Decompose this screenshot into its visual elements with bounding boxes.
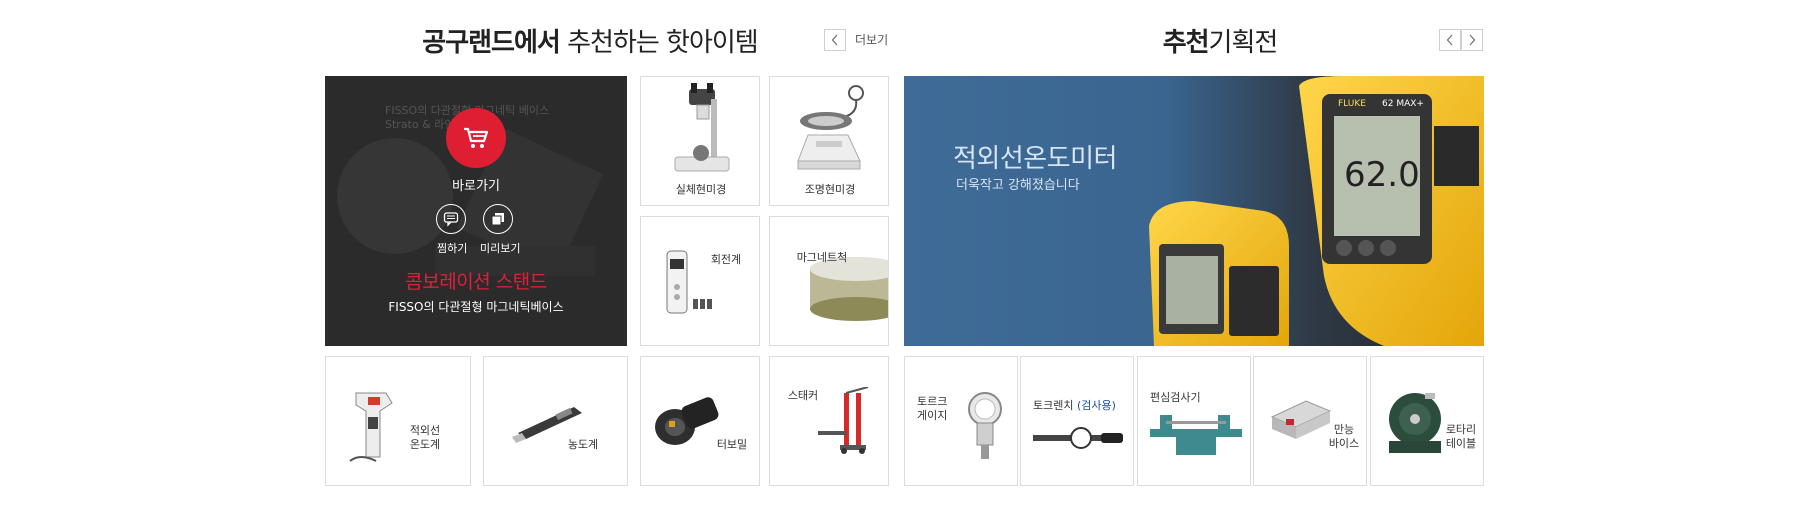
feature-subtitle: FISSO의 다관절형 마그네틱베이스 [388,300,564,314]
hot-items-title-light: 추천하는 핫아이템 [567,28,759,58]
product-label-line2: 바이스 [1328,437,1360,450]
product-label-main: 토크렌치 [1033,399,1074,412]
special-title-bold: 추천 [1162,28,1210,58]
preview-button[interactable] [483,204,513,234]
chevron-left-icon [831,34,838,46]
product-label: 농도계 [567,438,599,451]
rotary-table-icon [1389,393,1441,453]
product-label-line1: 토르크 [917,395,948,408]
chevron-right-icon [1469,34,1476,46]
thermometer-product-image: FLUKE 62 MAX+ 62.0 [1149,76,1484,346]
brand-text: FLUKE [1338,99,1366,109]
wishlist-button[interactable] [436,204,466,234]
product-label-sub: (검사용) [1076,399,1116,412]
product-label-line1: 만능 [1333,423,1355,436]
special-exhibition-banner[interactable]: FLUKE 62 MAX+ 62.0 적외선온도미터 더욱작고 강해졌습니다 [904,76,1484,346]
preview-label: 미리보기 [480,242,521,255]
product-tile-rotary-table[interactable]: 로타리 테이블 [1370,356,1484,486]
feature-title: 콤보레이션 스탠드 [405,271,547,293]
speech-bubble-icon [443,212,459,227]
product-tile-torque-gauge[interactable]: 토르크 게이지 [904,356,1018,486]
illuminated-microscope-icon [797,85,864,170]
product-label-line1: 적외선 [409,424,441,437]
product-label: 마그네트척 [796,251,848,264]
hot-items-title: 공구랜드에서 추천하는 핫아이템 [420,22,760,59]
torque-gauge-icon [968,392,1002,459]
magnetic-chuck-icon [810,257,888,321]
product-tile-illuminated-microscope[interactable]: 조명현미경 [769,76,889,206]
product-label-line2: 테이블 [1445,437,1477,450]
featured-product-card[interactable]: FISSO의 다관절형 마그네틱 베이스 Strato & 라인 바로가기 찜하… [325,76,627,346]
banner-title: 적외선온도미터 [953,144,1117,174]
wishlist-label: 찜하기 [437,242,468,255]
product-tile-magnetic-chuck[interactable]: 마그네트척 [769,216,889,346]
special-exhibition-title: 추천기획전 [1050,22,1390,59]
banner-subtitle: 더욱작고 강해졌습니다 [956,178,1080,193]
product-label: 스태커 [787,389,819,402]
stereo-microscope-icon [674,83,730,172]
eccentricity-tester-icon [1150,415,1242,455]
product-tile-stacker[interactable]: 스태커 [769,356,889,486]
product-tile-torque-wrench[interactable]: 토크렌치 (검사용) [1020,356,1134,486]
display-reading: 62.0 [1344,155,1420,195]
product-label-line2: 게이지 [917,409,948,422]
product-tile-universal-vise[interactable]: 만능 바이스 [1253,356,1367,486]
special-title-light: 기획전 [1208,28,1279,58]
product-tile-infrared-thermometer[interactable]: 적외선 온도계 [325,356,471,486]
product-tile-eccentricity-tester[interactable]: 편심검사기 [1137,356,1251,486]
torque-wrench-icon [1033,427,1123,449]
more-link[interactable]: 더보기 [855,31,888,48]
product-label: 실체현미경 [675,183,727,196]
product-label-line1: 로타리 [1445,423,1477,436]
copy-pages-icon [491,213,504,226]
product-tile-turbo-mill[interactable]: 터보밀 [640,356,760,486]
product-tile-stereo-microscope[interactable]: 실체현미경 [640,76,760,206]
model-text: 62 MAX+ [1382,99,1424,109]
product-label: 토크렌치 (검사용) [1033,399,1129,413]
product-label: 조명현미경 [804,183,856,196]
infrared-thermometer-icon [349,392,393,462]
product-label-line2: 온도계 [409,438,441,451]
product-label: 편심검사기 [1150,391,1201,404]
cart-button[interactable] [446,108,506,168]
hot-items-title-bold: 공구랜드에서 [422,28,561,58]
shopping-cart-icon [464,127,489,148]
product-tile-refractometer[interactable]: 농도계 [483,356,628,486]
page: 공구랜드에서 추천하는 핫아이템 더보기 추천기획전 FISSO의 다관절형 마… [0,0,1800,507]
chevron-left-icon [1446,34,1453,46]
hot-items-prev-button[interactable] [824,29,846,51]
go-to-product-label[interactable]: 바로가기 [325,175,627,194]
special-next-button[interactable] [1461,29,1483,51]
special-prev-button[interactable] [1439,29,1461,51]
product-tile-tachometer[interactable]: 회전계 [640,216,760,346]
product-label: 회전계 [710,253,742,266]
product-label: 터보밀 [716,438,748,451]
